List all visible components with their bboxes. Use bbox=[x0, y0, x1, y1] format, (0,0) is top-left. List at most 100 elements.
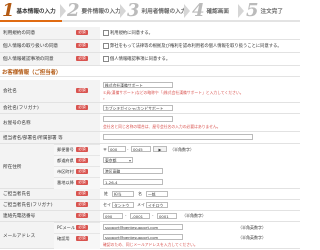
required-badge: 必須 bbox=[76, 147, 88, 152]
required-badge: 必須 bbox=[76, 225, 88, 230]
company-kana-input[interactable]: カブシキガイシャ(カンビサポート bbox=[103, 105, 173, 111]
section-divider bbox=[0, 76, 300, 77]
required-badge: 必須 bbox=[76, 236, 88, 241]
agreement-text: 個人情報確認事項に同意する。 bbox=[110, 57, 171, 62]
addr-input[interactable]: 1-26-4 bbox=[103, 179, 163, 185]
agreement-row-confirm: 個人情報確認事項の同意 必須 個人情報確認事項に同意する。 bbox=[0, 53, 300, 66]
city-label: 市区町村 bbox=[57, 169, 74, 174]
postal-code-2-input[interactable]: 0045 bbox=[131, 146, 151, 152]
agreement-text: 弊社をもって法律等の根拠及び権利を認め利用者の個人情報を取り扱うことに同意する。 bbox=[110, 44, 282, 49]
postal-code-1-input[interactable]: 000 bbox=[108, 146, 126, 152]
person-row: ご担当者氏名 必須 姓 担当 名 一郎 bbox=[0, 189, 300, 200]
phone-3-input[interactable]: 0001 bbox=[157, 213, 177, 219]
agreement-text: 利用規約に同意する。 bbox=[110, 31, 153, 36]
dept-label: 担当者名/部署名/所属部署 等 bbox=[3, 136, 63, 141]
step-number: 2 bbox=[67, 0, 80, 21]
postal-note: （半角数字） bbox=[170, 147, 194, 152]
step-2: 2 要件情報の入力 bbox=[67, 0, 121, 22]
step-number: 4 bbox=[192, 0, 205, 21]
pc-mail-label: PCメール bbox=[57, 225, 76, 230]
addr-label: 番地以降 bbox=[57, 180, 74, 185]
step-number: 5 bbox=[246, 0, 259, 21]
pc-mail-input[interactable]: support@gentesupport.com bbox=[103, 224, 183, 230]
person-label: ご担当者氏名 bbox=[3, 192, 31, 197]
pref-select[interactable]: 東京都 bbox=[103, 157, 133, 163]
step-label: 注文完了 bbox=[260, 9, 283, 15]
brand-label: お屋号の名称 bbox=[3, 121, 31, 126]
required-badge: 必須 bbox=[76, 56, 88, 61]
phone-row: 連絡先電話番号 必須 090 - -0001 - 0001 （半角数字） bbox=[0, 211, 300, 222]
step-4: 4 確認画面 bbox=[192, 0, 229, 22]
address-row: 所在住所 郵便番号 必須 〒 000 - 0045 ▶ （半角数字） 都道府県 … bbox=[0, 144, 300, 189]
sei-input[interactable]: 担当 bbox=[112, 191, 134, 197]
address-label: 所在住所 bbox=[3, 165, 22, 170]
step-number: 3 bbox=[127, 0, 140, 21]
required-badge: 必須 bbox=[76, 30, 88, 35]
brand-row: お屋号の名称 会社名と同じ名称の場合は、屋号会社名の入力の必要はありません。 bbox=[0, 114, 300, 132]
pref-label: 都道府県 bbox=[57, 158, 74, 163]
company-hint: ①具(漢備サポート)などの略称や「(株式会社漢備サポート」と入力してください。 bbox=[103, 90, 244, 95]
person-kana-label: ご担当者氏名(フリガナ) bbox=[3, 203, 53, 208]
step-arrow-icon bbox=[184, 4, 190, 18]
mei-label: 名 bbox=[138, 191, 142, 196]
confirm-checkbox[interactable] bbox=[103, 56, 109, 62]
step-label: 要件情報の入力 bbox=[81, 9, 121, 15]
required-badge: 必須 bbox=[76, 158, 88, 163]
pc-mail-note: （半角英数字） bbox=[238, 225, 266, 230]
sei-label: 姓 bbox=[104, 191, 108, 196]
section-title: お客様情報（ご担当者） bbox=[2, 70, 62, 76]
email-label: メールアドレス bbox=[3, 234, 36, 239]
step-label: 確認画面 bbox=[206, 9, 229, 15]
company-row: 会社名 必須 株式会社漢備サポート ①具(漢備サポート)などの略称や「(株式会社… bbox=[0, 80, 300, 103]
step-label: 利用者情報の入力 bbox=[141, 9, 187, 15]
step-5: 5 注文完了 bbox=[246, 0, 283, 22]
step-label: 基本情報の入力 bbox=[16, 9, 56, 15]
confirm-mail-hint: 確認のため、同じメールアドレスを入力してください。 bbox=[103, 242, 198, 247]
mei-kana-input[interactable]: イチロウ bbox=[146, 202, 168, 208]
phone-note: （半角数字） bbox=[182, 213, 206, 218]
company-kana-row: 会社名(フリガナ) 必須 カブシキガイシャ(カンビサポート bbox=[0, 103, 300, 114]
privacy-checkbox[interactable] bbox=[103, 43, 109, 49]
order-steps: 1 基本情報の入力 2 要件情報の入力 3 利用者情報の入力 4 確認画面 5 … bbox=[0, 0, 300, 22]
company-hint-2: 。 bbox=[103, 95, 107, 100]
dept-input[interactable] bbox=[103, 134, 253, 140]
required-badge: 必須 bbox=[76, 105, 88, 110]
sei-kana-label: セイ bbox=[103, 202, 111, 207]
email-row: メールアドレス PCメール 必須 support@gentesupport.co… bbox=[0, 222, 300, 249]
company-input[interactable]: 株式会社漢備サポート bbox=[103, 82, 173, 88]
company-kana-label: 会社名(フリガナ) bbox=[3, 106, 39, 111]
phone-1-input[interactable]: 090 bbox=[103, 213, 123, 219]
city-input[interactable]: 港区高輪 bbox=[103, 168, 163, 174]
step-arrow-icon bbox=[60, 4, 66, 18]
dept-row: 担当者名/部署名/所属部署 等 bbox=[0, 132, 300, 144]
brand-hint: 会社名と同じ名称の場合は、屋号会社名の入力の必要はありません。 bbox=[103, 124, 221, 129]
agreement-row-privacy: 個人情報の取り扱いの同意 必須 弊社をもって法律等の根拠及び権利を認め利用者の個… bbox=[0, 40, 300, 53]
required-badge: 必須 bbox=[76, 191, 88, 196]
company-label: 会社名 bbox=[3, 89, 17, 94]
confirm-mail-label: 確認用 bbox=[57, 236, 70, 241]
terms-checkbox[interactable] bbox=[103, 30, 109, 36]
agreement-label: 個人情報の取り扱いの同意 bbox=[3, 44, 59, 49]
step-3: 3 利用者情報の入力 bbox=[127, 0, 186, 22]
required-badge: 必須 bbox=[76, 213, 88, 218]
step-progress-bar bbox=[0, 20, 300, 22]
brand-input[interactable] bbox=[103, 116, 173, 122]
phone-label: 連絡先電話番号 bbox=[3, 214, 36, 219]
step-1: 1 基本情報の入力 bbox=[2, 0, 56, 22]
confirm-mail-input[interactable]: support@gentesupport.com bbox=[103, 234, 183, 240]
postal-label: 郵便番号 bbox=[57, 147, 74, 152]
confirm-mail-note: （半角英数字） bbox=[238, 235, 266, 240]
required-badge: 必須 bbox=[76, 180, 88, 185]
person-kana-row: ご担当者氏名(フリガナ) 必須 セイ タントウ メイ イチロウ bbox=[0, 200, 300, 211]
address-search-button[interactable]: ▶ bbox=[153, 146, 167, 152]
phone-2-input[interactable]: -0001 bbox=[130, 213, 150, 219]
step-number: 1 bbox=[2, 0, 15, 21]
step-arrow-icon bbox=[238, 4, 244, 18]
step-arrow-icon bbox=[120, 4, 126, 18]
sei-kana-input[interactable]: タントウ bbox=[112, 202, 134, 208]
required-badge: 必須 bbox=[76, 43, 88, 48]
mei-input[interactable]: 一郎 bbox=[146, 191, 168, 197]
mei-kana-label: メイ bbox=[137, 202, 145, 207]
required-badge: 必須 bbox=[76, 88, 88, 93]
postal-mark: 〒 bbox=[103, 147, 107, 152]
